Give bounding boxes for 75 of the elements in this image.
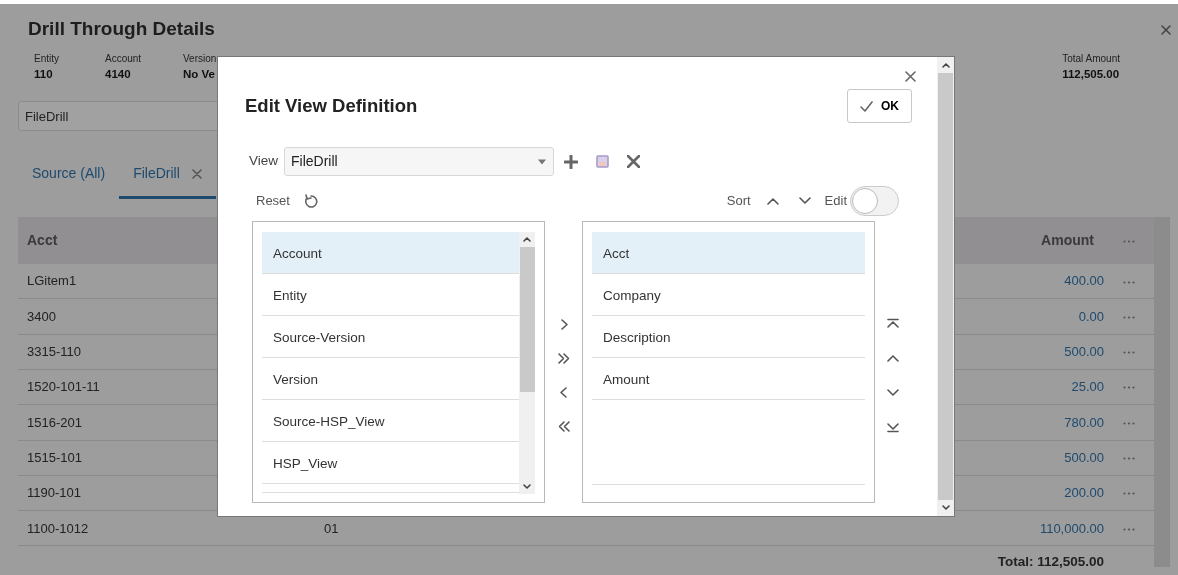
more-icon[interactable]	[1123, 457, 1135, 460]
list-item[interactable]: Company	[592, 274, 865, 316]
summary-label: Entity	[34, 51, 60, 66]
close-icon[interactable]	[905, 71, 916, 82]
list-item[interactable]: Description	[592, 316, 865, 358]
table-cell: 3315-110	[27, 344, 81, 360]
close-icon[interactable]	[1160, 24, 1172, 36]
more-icon[interactable]	[1123, 527, 1135, 531]
more-icon[interactable]	[1123, 315, 1135, 319]
summary-value: 4140	[105, 66, 132, 82]
table-cell: 110,000.00	[1039, 520, 1104, 536]
scrollbar[interactable]	[937, 57, 954, 516]
close-icon[interactable]	[191, 169, 202, 180]
more-icon[interactable]	[1123, 351, 1135, 355]
move-to-top-icon[interactable]	[887, 318, 899, 331]
check-icon	[860, 100, 873, 112]
ok-button[interactable]: OK	[847, 89, 912, 123]
view-label: View	[249, 152, 279, 171]
plus-icon[interactable]	[564, 154, 579, 169]
table-total: Total: 112,505.00	[997, 553, 1104, 572]
column-header: Amount	[1040, 231, 1095, 251]
table-cell: 200.00	[1064, 485, 1104, 501]
summary-value: No Ve	[183, 66, 216, 82]
page-title: Drill Through Details	[27, 17, 215, 41]
table-cell: 1100-1012	[27, 520, 89, 536]
list-item[interactable]: Account	[262, 232, 519, 274]
summary-label: Total Amount	[1062, 51, 1120, 66]
edit-label: Edit	[824, 192, 847, 211]
reset-label: Reset	[256, 192, 290, 211]
caret-down-icon	[537, 158, 548, 165]
move-to-bottom-icon[interactable]	[887, 420, 899, 433]
double-chevron-right-icon[interactable]	[556, 352, 571, 365]
summary-label: Account	[105, 51, 143, 66]
sort-label: Sort	[726, 192, 751, 211]
more-icon[interactable]	[1123, 421, 1135, 425]
table-cell: LGitem1	[27, 273, 77, 289]
table-cell: 3400	[27, 308, 56, 324]
column-header: Acct	[27, 232, 58, 249]
sort-ascending-icon[interactable]	[766, 197, 779, 205]
chevron-down-icon[interactable]	[940, 504, 951, 512]
table-cell: 1516-201	[27, 414, 82, 430]
table-cell: 400.00	[1064, 273, 1104, 289]
sort-descending-icon[interactable]	[798, 197, 811, 205]
refresh-icon[interactable]	[303, 194, 318, 208]
move-down-icon[interactable]	[887, 386, 899, 399]
table-cell: 1515-101	[27, 449, 82, 465]
more-icon[interactable]	[1123, 280, 1135, 284]
table-cell: 25.00	[1071, 379, 1104, 395]
edit-toggle[interactable]	[850, 186, 899, 216]
chevron-down-icon[interactable]	[522, 483, 532, 491]
table-cell: 1520-101-11	[27, 379, 100, 395]
chevron-up-icon[interactable]	[522, 235, 532, 243]
table-cell: 1190-101	[27, 485, 81, 501]
double-chevron-left-icon[interactable]	[556, 420, 571, 433]
chevron-up-icon[interactable]	[940, 61, 951, 69]
table-cell: 780.00	[1064, 414, 1104, 430]
delete-icon[interactable]	[627, 155, 641, 168]
summary-value: 112,505.00	[1062, 66, 1120, 82]
list-item[interactable]: Acct	[592, 232, 865, 274]
dialog-title: Edit View Definition	[245, 94, 418, 118]
summary-label: Version	[183, 51, 218, 66]
more-icon[interactable]	[1123, 386, 1135, 390]
chevron-right-icon[interactable]	[558, 318, 569, 331]
table-cell: 01	[324, 520, 339, 536]
tab[interactable]: Source (All)	[18, 150, 120, 200]
summary-value: 110	[34, 66, 54, 82]
chevron-left-icon[interactable]	[558, 386, 569, 399]
table-cell: 0.00	[1078, 308, 1104, 324]
scrollbar[interactable]	[519, 232, 535, 494]
table-cell: 500.00	[1064, 449, 1104, 465]
view-select[interactable]: FileDrill	[284, 147, 555, 176]
move-up-icon[interactable]	[887, 352, 899, 365]
table-cell: 500.00	[1064, 344, 1104, 360]
more-icon[interactable]	[1123, 492, 1135, 496]
list-item[interactable]: Amount	[592, 358, 865, 400]
